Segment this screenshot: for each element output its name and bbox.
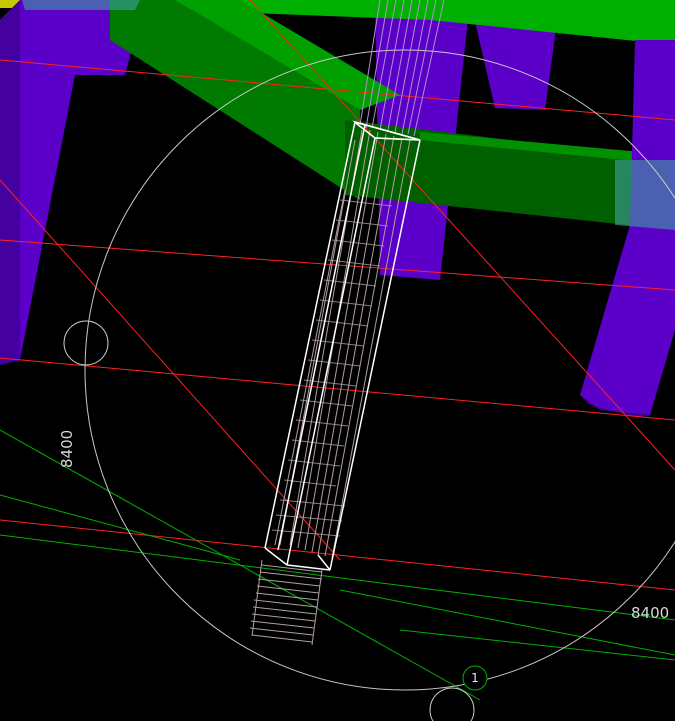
rebar-tail bbox=[249, 559, 323, 646]
selection-highlight-left bbox=[22, 0, 140, 10]
grid-bubble-label: 1 bbox=[471, 671, 479, 685]
rebar-ties bbox=[271, 199, 393, 537]
column-top-left[interactable] bbox=[0, 0, 145, 365]
model-canvas[interactable]: 8400 8400 1 bbox=[0, 0, 675, 721]
column-top-left-face bbox=[0, 0, 20, 365]
dimension-label-right: 8400 bbox=[631, 604, 669, 622]
3d-model-viewport[interactable]: 8400 8400 1 bbox=[0, 0, 675, 721]
selection-highlight-right bbox=[615, 160, 675, 230]
dimension-label-left: 8400 bbox=[58, 430, 76, 468]
